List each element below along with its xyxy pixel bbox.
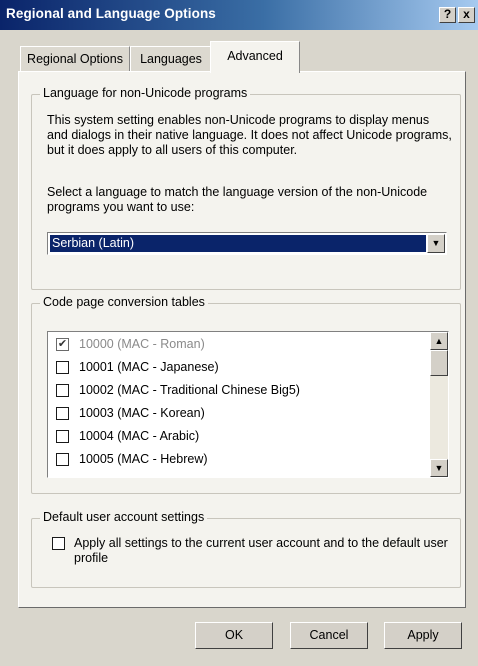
- list-item-label: 10000 (MAC - Roman): [79, 337, 205, 351]
- list-item-label: 10001 (MAC - Japanese): [79, 360, 219, 374]
- list-item-label: 10002 (MAC - Traditional Chinese Big5): [79, 383, 300, 397]
- apply-button[interactable]: Apply: [384, 622, 462, 649]
- dialog-window: Regional and Language Options ? x Region…: [0, 0, 478, 666]
- non-unicode-group: Language for non-Unicode programs This s…: [31, 86, 461, 290]
- checkbox[interactable]: [56, 407, 69, 420]
- list-item[interactable]: 10001 (MAC - Japanese): [48, 358, 430, 381]
- tab-advanced[interactable]: Advanced: [210, 41, 300, 73]
- scroll-down-arrow-icon[interactable]: ▼: [430, 459, 448, 477]
- code-page-list[interactable]: ✔ 10000 (MAC - Roman) 10001 (MAC - Japan…: [47, 331, 449, 478]
- checkbox[interactable]: [56, 453, 69, 466]
- language-dropdown[interactable]: Serbian (Latin) ▼: [47, 232, 447, 255]
- checkbox[interactable]: [56, 361, 69, 374]
- list-item[interactable]: 10003 (MAC - Korean): [48, 404, 430, 427]
- code-page-legend: Code page conversion tables: [40, 295, 208, 309]
- checkbox[interactable]: [56, 430, 69, 443]
- chevron-down-icon[interactable]: ▼: [427, 234, 445, 253]
- non-unicode-legend: Language for non-Unicode programs: [40, 86, 251, 100]
- list-item[interactable]: ✔ 10000 (MAC - Roman): [48, 335, 430, 358]
- default-user-group: Default user account settings Apply all …: [31, 510, 461, 588]
- checkbox[interactable]: [56, 384, 69, 397]
- list-item-label: 10003 (MAC - Korean): [79, 406, 205, 420]
- list-item[interactable]: 10005 (MAC - Hebrew): [48, 450, 430, 473]
- list-item[interactable]: 10004 (MAC - Arabic): [48, 427, 430, 450]
- ok-button[interactable]: OK: [195, 622, 273, 649]
- tab-languages[interactable]: Languages: [130, 46, 212, 72]
- help-button[interactable]: ?: [439, 7, 456, 23]
- language-dropdown-value: Serbian (Latin): [50, 235, 426, 252]
- apply-all-settings-checkbox[interactable]: [52, 537, 65, 550]
- checkbox[interactable]: ✔: [56, 338, 69, 351]
- list-item-label: 10004 (MAC - Arabic): [79, 429, 200, 443]
- cancel-button[interactable]: Cancel: [290, 622, 368, 649]
- list-item-label: 10005 (MAC - Hebrew): [79, 452, 208, 466]
- vertical-scrollbar[interactable]: ▲ ▼: [430, 332, 448, 477]
- code-page-group: Code page conversion tables ✔ 10000 (MAC…: [31, 295, 461, 494]
- tab-regional-options[interactable]: Regional Options: [20, 46, 130, 72]
- title-bar[interactable]: Regional and Language Options ? x: [0, 0, 478, 30]
- apply-all-settings-label[interactable]: Apply all settings to the current user a…: [74, 536, 449, 566]
- scroll-up-arrow-icon[interactable]: ▲: [430, 332, 448, 350]
- non-unicode-description: This system setting enables non-Unicode …: [47, 113, 452, 157]
- window-title: Regional and Language Options: [6, 6, 216, 21]
- close-button[interactable]: x: [458, 7, 475, 23]
- list-item[interactable]: 10002 (MAC - Traditional Chinese Big5): [48, 381, 430, 404]
- non-unicode-instruction: Select a language to match the language …: [47, 185, 428, 214]
- default-user-legend: Default user account settings: [40, 510, 208, 524]
- scroll-thumb[interactable]: [430, 350, 448, 376]
- tab-panel-advanced: Language for non-Unicode programs This s…: [18, 71, 466, 608]
